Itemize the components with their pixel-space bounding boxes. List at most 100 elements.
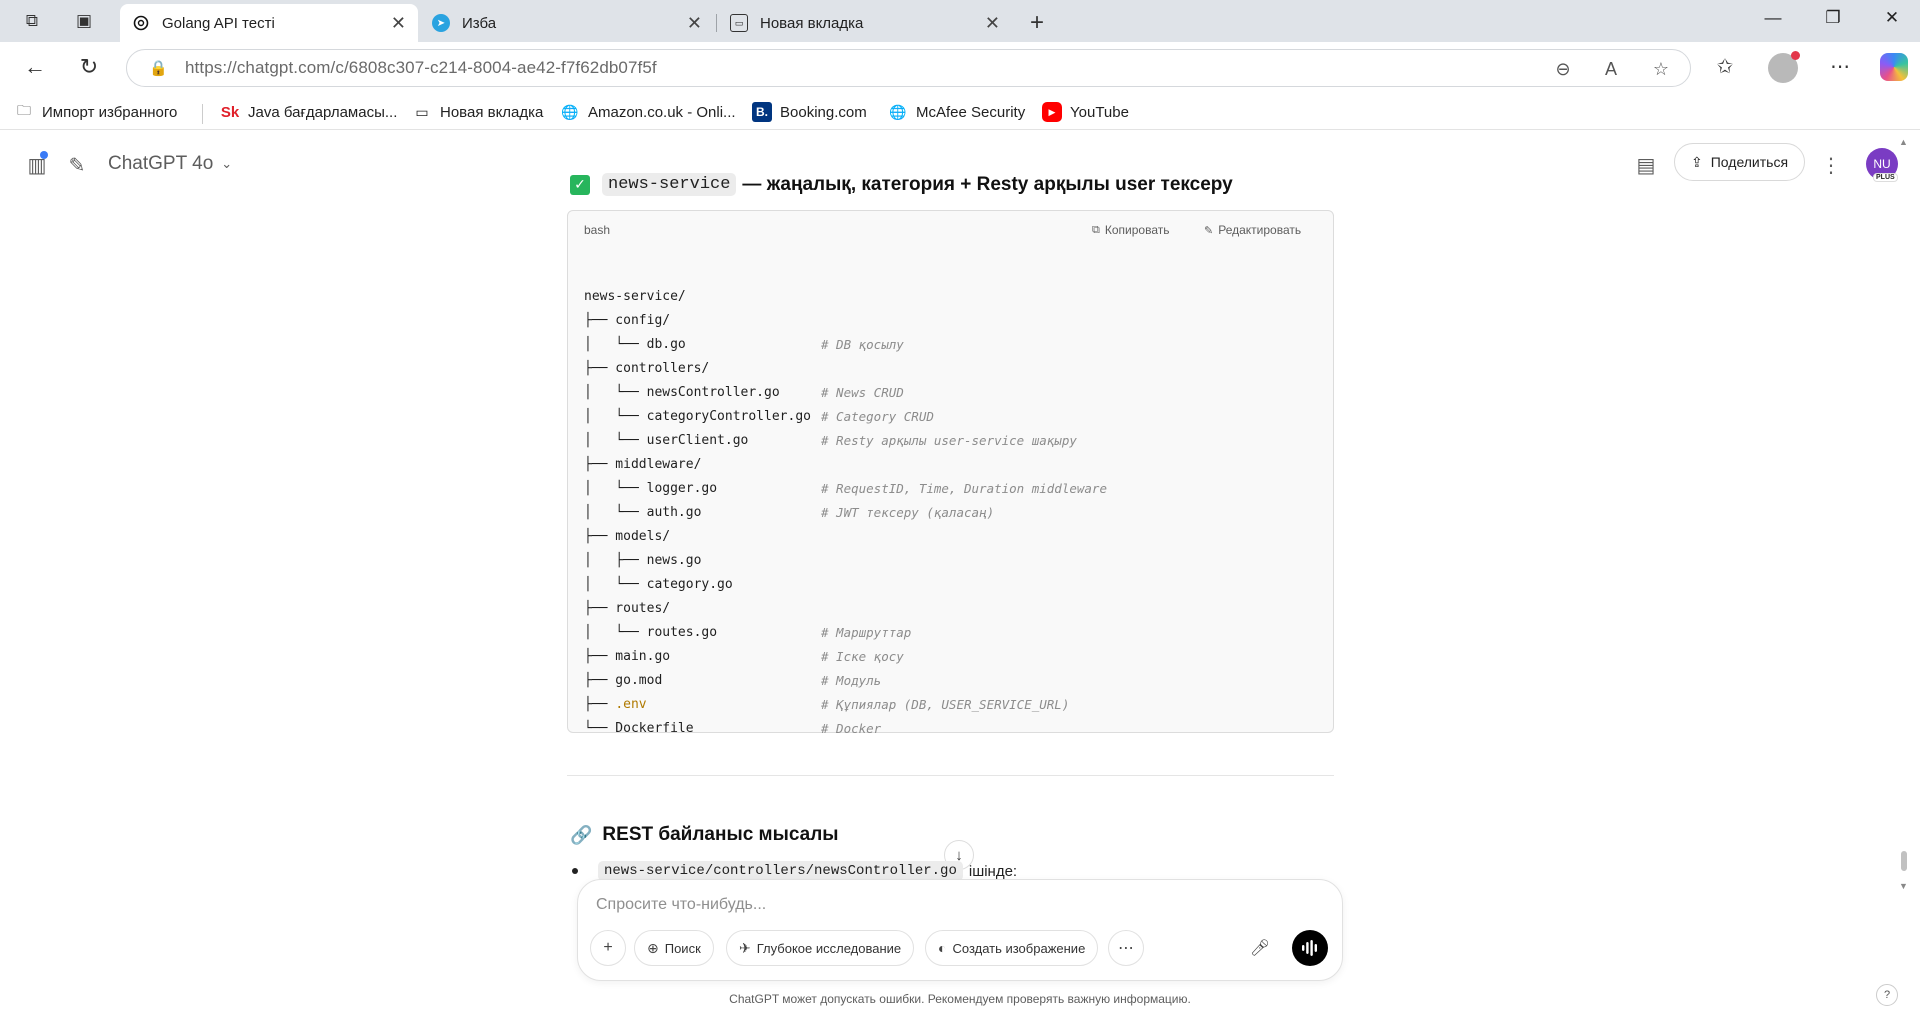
code-text: ├── [584,697,616,712]
restore-icon[interactable]: ❐ [1818,8,1848,28]
create-image-button[interactable]: ◐ Создать изображение [925,930,1099,966]
help-button[interactable]: ? [1876,984,1898,1006]
reload-icon[interactable]: ↻ [74,54,104,80]
minimize-icon[interactable]: — [1758,8,1788,28]
model-name: ChatGPT 4o [108,153,214,174]
bookmark-label: Booking.com [780,103,867,121]
deep-research-button[interactable]: ✈ Глубокое исследование [726,930,915,966]
vertical-tabs-icon[interactable]: ▣ [72,9,96,33]
bookmark-label: Импорт избранного [42,103,178,121]
tab-title: Изба [462,14,497,32]
scroll-down-arrow-icon[interactable]: ▼ [1899,881,1908,891]
prompt-input[interactable]: Спросите что-нибудь... [596,896,766,914]
code-comment: # Docker [821,721,882,736]
back-arrow-icon[interactable]: ← [20,54,50,80]
workspaces-icon[interactable]: ⧉ [20,9,44,33]
code-text: │ └── db.go [584,337,686,352]
bookmark-amazon[interactable]: 🌐 Amazon.co.uk - Onli... [560,102,736,122]
window-close-icon[interactable]: ✕ [1877,8,1907,28]
microphone-icon[interactable]: 🎤︎ [1242,930,1278,966]
new-chat-icon[interactable]: ✎ [64,153,90,178]
code-text: ├── models/ [584,529,671,544]
search-button[interactable]: ⊕ Поиск [634,930,714,966]
tab-new-tab[interactable]: ▭ Новая вкладка ✕ [718,4,1012,42]
tab-telegram[interactable]: ➤ Изба ✕ [420,4,714,42]
telegram-favicon-icon: ➤ [432,14,450,32]
tab-title: Новая вкладка [760,14,864,32]
bookmark-label: Новая вкладка [440,103,544,121]
sk-icon: Sk [220,103,240,121]
code-text: └── Dockerfile [584,721,694,736]
chevron-down-icon: ⌄ [221,156,233,171]
bookmark-label: Java бағдарламасы... [248,103,398,121]
user-avatar[interactable]: NU PLUS [1866,148,1898,182]
notes-icon[interactable]: ▤ [1633,153,1659,178]
code-comment: # Модуль [821,673,882,688]
code-text: │ ├── news.go [584,553,702,568]
bullet-dot [572,868,578,874]
add-attachment-button[interactable]: + [590,930,626,966]
profile-avatar[interactable] [1768,51,1800,83]
copy-code-button[interactable]: ⧉ Копировать [1092,223,1169,237]
bookmark-youtube[interactable]: ▶ YouTube [1042,102,1129,122]
code-text: ├── middleware/ [584,457,702,472]
code-text: ├── main.go [584,649,671,664]
read-aloud-icon[interactable]: A [1599,59,1623,80]
browser-toolbar: ← ↻ 🔒 https://chatgpt.com/c/6808c307-c21… [0,42,1920,94]
code-line: ├── middleware/ [584,453,811,477]
page-scrollbar[interactable]: ▲ ▼ [1898,131,1910,1020]
bookmark-separator [202,104,203,124]
bookmark-java[interactable]: Sk Java бағдарламасы... [220,102,398,122]
close-tab-icon[interactable]: ✕ [391,13,406,34]
code-text: │ └── auth.go [584,505,702,520]
newtab-icon: ▭ [415,103,429,120]
booking-icon: B. [752,102,772,122]
close-tab-icon[interactable]: ✕ [687,13,702,34]
favorites-icon[interactable]: ✩ [1710,54,1740,79]
copy-icon: ⧉ [1092,223,1100,236]
new-tab-plus-icon[interactable]: + [1030,9,1044,37]
code-text: │ └── logger.go [584,481,718,496]
more-tools-button[interactable]: ⋯ [1108,930,1144,966]
close-tab-icon[interactable]: ✕ [985,13,1000,34]
voice-mode-button[interactable] [1292,930,1328,966]
inline-code: news-service [602,173,737,196]
address-bar[interactable]: 🔒 https://chatgpt.com/c/6808c307-c214-80… [126,49,1691,87]
model-selector[interactable]: ChatGPT 4o ⌄ [108,153,232,175]
list-item: news-service/controllers/newsController.… [572,861,1017,881]
bookmark-label: Amazon.co.uk - Onli... [588,103,736,121]
zoom-out-icon[interactable]: ⊖ [1551,59,1575,80]
sidebar-notification-dot [40,151,48,159]
disclaimer-text: ChatGPT может допускать ошибки. Рекоменд… [729,992,1191,1006]
pencil-icon: ✎ [1204,224,1214,237]
more-menu-icon[interactable]: ⋯ [1825,54,1855,79]
code-comment: # Category CRUD [821,409,934,424]
site-info-icon[interactable]: 🔒 [149,59,169,77]
share-button[interactable]: ⇪ Поделиться [1674,143,1806,181]
code-line: │ └── newsController.go # News CRUD [584,381,904,405]
code-comment: # Іске қосу [821,649,904,664]
bookmark-import[interactable]: 🗀 Импорт избранного [14,102,177,122]
code-comment: # Құпиялар (DB, USER_SERVICE_URL) [821,697,1070,712]
code-line: │ └── auth.go # JWT тексеру (қаласаң) [584,501,994,525]
conversation-menu-icon[interactable]: ⋮ [1818,153,1844,178]
edit-code-button[interactable]: ✎ Редактировать [1204,223,1301,237]
favorite-star-icon[interactable]: ☆ [1649,59,1673,80]
scrollbar-thumb[interactable] [1901,851,1907,871]
tab-golang-api[interactable]: Golang API тесті ✕ [120,4,418,42]
url-text: https://chatgpt.com/c/6808c307-c214-8004… [185,58,657,78]
copy-label: Копировать [1104,223,1170,237]
bookmark-newtab[interactable]: ▭ Новая вкладка [412,102,543,122]
bookmark-booking[interactable]: B. Booking.com [752,102,867,122]
copilot-icon[interactable] [1880,53,1908,81]
share-label: Поделиться [1710,154,1789,170]
bookmark-mcafee[interactable]: 🌐 McAfee Security [888,102,1025,122]
scroll-up-arrow-icon[interactable]: ▲ [1899,137,1908,147]
newtab-favicon-icon: ▭ [730,14,748,32]
globe-icon: 🌐 [889,103,907,120]
browser-tab-strip: ⧉ ▣ Golang API тесті ✕ ➤ Изба ✕ ▭ Новая … [0,0,1920,42]
telescope-icon: ✈ [739,939,751,956]
code-text: ├── go.mod [584,673,663,688]
research-label: Глубокое исследование [756,940,902,956]
code-text: │ └── routes.go [584,625,718,640]
